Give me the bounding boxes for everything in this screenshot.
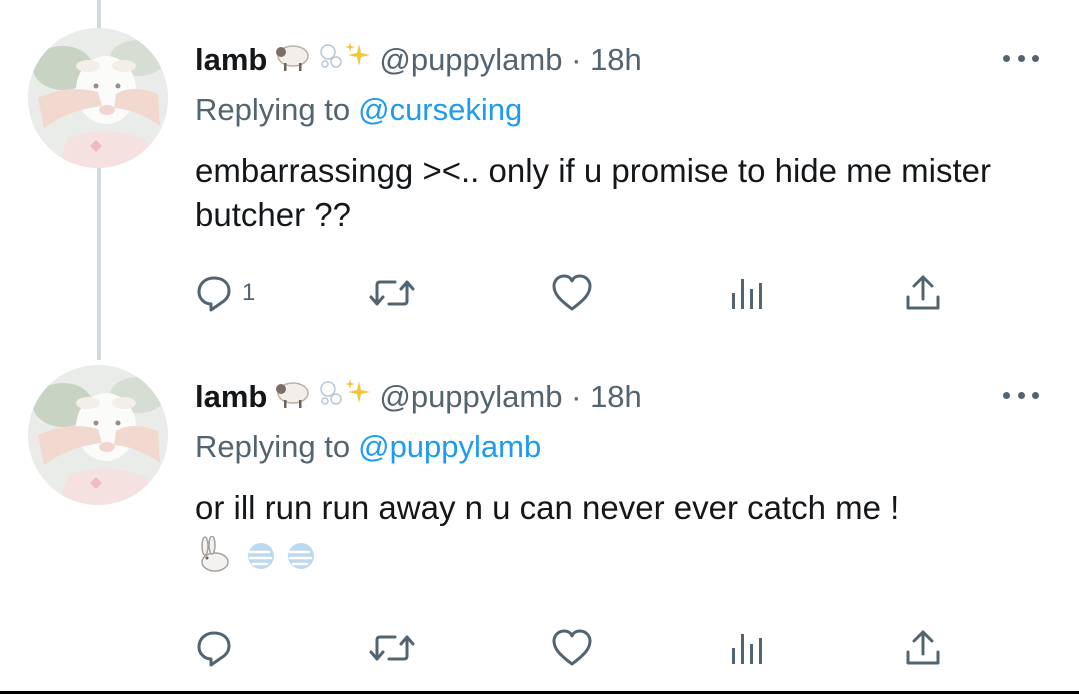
retweet-button[interactable] bbox=[368, 268, 416, 318]
rabbit-emoji bbox=[201, 535, 229, 572]
reply-button[interactable]: 1 bbox=[194, 268, 255, 318]
like-button[interactable] bbox=[550, 623, 594, 673]
timestamp[interactable]: 18h bbox=[590, 42, 642, 77]
like-icon bbox=[552, 629, 592, 666]
name-emojis bbox=[273, 375, 373, 421]
display-name[interactable]: lamb bbox=[195, 42, 267, 77]
share-button[interactable] bbox=[903, 623, 943, 673]
tweet-header: lamb @puppylamb · 18h bbox=[195, 375, 642, 421]
tweet[interactable]: lamb @puppylamb · 18h bbox=[0, 345, 1079, 691]
handle[interactable]: @puppylamb bbox=[379, 42, 562, 77]
replying-to: Replying to @curseking bbox=[195, 90, 522, 130]
reply-icon bbox=[197, 631, 231, 667]
separator: · bbox=[571, 379, 582, 414]
tweet-text: embarrassingg ><.. only if u promise to … bbox=[195, 152, 992, 233]
sheep-emoji bbox=[276, 382, 310, 408]
tweet-text: or ill run run away n u can never ever c… bbox=[195, 489, 900, 526]
tweet-header: lamb @puppylamb · 18h bbox=[195, 38, 642, 84]
avatar[interactable] bbox=[28, 365, 168, 505]
share-icon bbox=[906, 630, 940, 665]
handle[interactable]: @puppylamb bbox=[379, 379, 562, 414]
retweet-icon bbox=[369, 635, 415, 661]
tweet[interactable]: lamb @puppylamb · 18h bbox=[0, 0, 1079, 345]
share-icon bbox=[906, 275, 940, 310]
reply-button[interactable] bbox=[194, 623, 242, 673]
analytics-button[interactable] bbox=[728, 268, 768, 318]
tweet-text-block: or ill run run away n u can never ever c… bbox=[195, 486, 1035, 576]
like-button[interactable] bbox=[550, 268, 594, 318]
sheep-emoji bbox=[276, 45, 310, 71]
more-icon[interactable] bbox=[1003, 52, 1039, 64]
bubbles-emoji bbox=[320, 44, 343, 68]
like-icon bbox=[552, 274, 592, 311]
avatar[interactable] bbox=[28, 28, 168, 168]
name-emojis bbox=[273, 38, 373, 84]
analytics-icon bbox=[732, 634, 762, 664]
retweet-icon bbox=[369, 280, 415, 306]
share-button[interactable] bbox=[903, 268, 943, 318]
retweet-button[interactable] bbox=[368, 623, 416, 673]
reply-icon bbox=[197, 276, 231, 312]
tweet-actions: 1 bbox=[190, 268, 970, 318]
sparkles-emoji bbox=[345, 379, 371, 403]
analytics-button[interactable] bbox=[728, 623, 768, 673]
dash-emoji bbox=[288, 543, 314, 569]
dash-emoji bbox=[248, 543, 274, 569]
display-name[interactable]: lamb bbox=[195, 379, 267, 414]
reply-count: 1 bbox=[242, 279, 256, 306]
sparkles-emoji bbox=[345, 42, 371, 66]
timestamp[interactable]: 18h bbox=[590, 379, 642, 414]
analytics-icon bbox=[732, 279, 762, 309]
replying-prefix: Replying to bbox=[195, 429, 351, 464]
bubbles-emoji bbox=[320, 381, 343, 405]
tweet-actions bbox=[190, 623, 970, 673]
replying-to: Replying to @puppylamb bbox=[195, 427, 541, 467]
text-emojis bbox=[195, 535, 1035, 576]
mention-link[interactable]: @curseking bbox=[358, 92, 522, 127]
more-icon[interactable] bbox=[1003, 389, 1039, 401]
replying-prefix: Replying to bbox=[195, 92, 351, 127]
separator: · bbox=[571, 42, 582, 77]
mention-link[interactable]: @puppylamb bbox=[358, 429, 541, 464]
